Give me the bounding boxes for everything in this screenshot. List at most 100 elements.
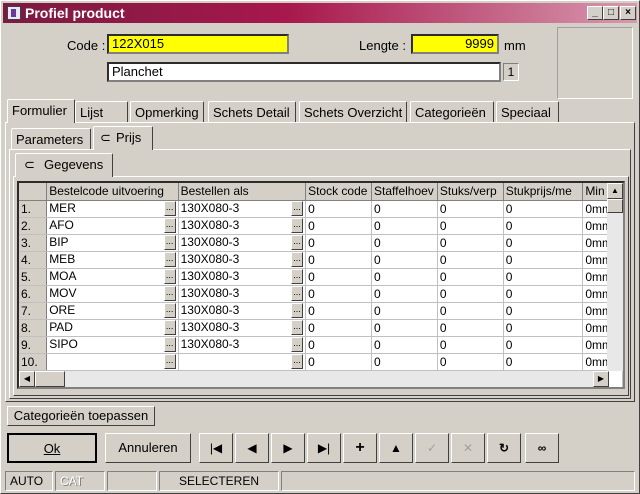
ellipsis-button[interactable]: ... — [163, 354, 176, 369]
tab-parameters[interactable]: Parameters — [11, 128, 91, 150]
maximize-button[interactable]: □ — [603, 6, 619, 20]
tab-prijs[interactable]: ⊂ Prijs — [93, 126, 153, 150]
table-row[interactable]: 10....... 0 0 0 0 0mm — [19, 353, 623, 371]
horizontal-scrollbar[interactable]: ◀ ▶ — [19, 371, 609, 387]
stuks-cell[interactable]: 0 — [437, 217, 504, 235]
price-cell[interactable]: 0 — [503, 353, 584, 371]
minimize-button[interactable]: _ — [587, 6, 603, 20]
apply-categories-button[interactable]: Categorieën toepassen — [7, 406, 155, 426]
delete-icon[interactable]: ✕ — [451, 433, 485, 463]
tab-formulier[interactable]: Formulier — [7, 99, 75, 123]
up-icon[interactable]: ▲ — [379, 433, 413, 463]
stuks-cell[interactable]: 0 — [437, 200, 504, 218]
code-cell[interactable]: MOA... — [46, 268, 179, 286]
price-grid[interactable]: Bestelcode uitvoering Bestellen als Stoc… — [17, 181, 625, 389]
code-cell[interactable]: ORE... — [46, 302, 179, 320]
length-field[interactable]: 9999 — [411, 34, 499, 54]
order-as-cell[interactable]: 130X080-3... — [178, 200, 307, 218]
stuks-cell[interactable]: 0 — [437, 251, 504, 269]
code-cell[interactable]: ... — [46, 353, 179, 371]
table-row[interactable]: 8. PAD... 130X080-3... 0 0 0 0 0mm — [19, 319, 623, 337]
col-header[interactable]: Bestelcode uitvoering — [46, 183, 179, 201]
add-icon[interactable]: + — [343, 433, 377, 463]
price-cell[interactable]: 0 — [503, 268, 584, 286]
ellipsis-button[interactable]: ... — [291, 269, 304, 284]
stock-cell[interactable]: 0 — [305, 200, 372, 218]
title-bar[interactable]: Profiel product _ □ × — [3, 3, 637, 23]
tab-schets-detail[interactable]: Schets Detail — [208, 101, 296, 123]
order-as-cell[interactable]: 130X080-3... — [178, 302, 307, 320]
price-cell[interactable]: 0 — [503, 217, 584, 235]
tab-lijst[interactable]: Lijst — [75, 101, 128, 123]
ellipsis-button[interactable]: ... — [163, 235, 176, 250]
close-button[interactable]: × — [620, 6, 636, 20]
vertical-thumb[interactable] — [607, 199, 623, 213]
last-icon[interactable]: ▶| — [307, 433, 341, 463]
ellipsis-button[interactable]: ... — [291, 354, 304, 369]
table-row[interactable]: 9. SIPO... 130X080-3... 0 0 0 0 0mm — [19, 336, 623, 354]
prev-icon[interactable]: ◀ — [235, 433, 269, 463]
price-cell[interactable]: 0 — [503, 200, 584, 218]
scroll-right-icon[interactable]: ▶ — [593, 371, 609, 387]
order-as-cell[interactable]: 130X080-3... — [178, 234, 307, 252]
price-cell[interactable]: 0 — [503, 302, 584, 320]
tab-categorieen[interactable]: Categorieën — [410, 101, 494, 123]
table-row[interactable]: 7. ORE... 130X080-3... 0 0 0 0 0mm — [19, 302, 623, 320]
ok-button[interactable]: Ok — [7, 433, 97, 463]
col-header[interactable]: Bestellen als — [178, 183, 307, 201]
table-row[interactable]: 6. MOV... 130X080-3... 0 0 0 0 0mm — [19, 285, 623, 303]
staffel-cell[interactable]: 0 — [371, 268, 438, 286]
code-cell[interactable]: MER... — [46, 200, 179, 218]
ellipsis-button[interactable]: ... — [291, 303, 304, 318]
staffel-cell[interactable]: 0 — [371, 353, 438, 371]
col-header[interactable]: Staffelhoev — [371, 183, 438, 201]
code-cell[interactable]: MOV... — [46, 285, 179, 303]
tab-opmerking[interactable]: Opmerking — [130, 101, 204, 123]
ellipsis-button[interactable]: ... — [163, 201, 176, 216]
order-as-cell[interactable]: 130X080-3... — [178, 336, 307, 354]
order-as-cell[interactable]: 130X080-3... — [178, 268, 307, 286]
staffel-cell[interactable]: 0 — [371, 217, 438, 235]
scroll-left-icon[interactable]: ◀ — [19, 371, 35, 387]
price-cell[interactable]: 0 — [503, 285, 584, 303]
order-as-cell[interactable]: 130X080-3... — [178, 217, 307, 235]
stock-cell[interactable]: 0 — [305, 302, 372, 320]
staffel-cell[interactable]: 0 — [371, 285, 438, 303]
table-row[interactable]: 3. BIP... 130X080-3... 0 0 0 0 0mm — [19, 234, 623, 252]
stock-cell[interactable]: 0 — [305, 234, 372, 252]
ellipsis-button[interactable]: ... — [291, 252, 304, 267]
price-cell[interactable]: 0 — [503, 234, 584, 252]
table-row[interactable]: 2. AFO... 130X080-3... 0 0 0 0 0mm — [19, 217, 623, 235]
table-row[interactable]: 4. MEB... 130X080-3... 0 0 0 0 0mm — [19, 251, 623, 269]
stock-cell[interactable]: 0 — [305, 319, 372, 337]
ellipsis-button[interactable]: ... — [291, 218, 304, 233]
ellipsis-button[interactable]: ... — [163, 252, 176, 267]
ellipsis-button[interactable]: ... — [163, 303, 176, 318]
ellipsis-button[interactable]: ... — [163, 269, 176, 284]
col-header[interactable]: Stukprijs/me — [503, 183, 584, 201]
code-field[interactable]: 122X015 — [107, 34, 289, 54]
price-cell[interactable]: 0 — [503, 336, 584, 354]
ellipsis-button[interactable]: ... — [163, 286, 176, 301]
order-as-cell[interactable]: ... — [178, 353, 307, 371]
code-cell[interactable]: AFO... — [46, 217, 179, 235]
stock-cell[interactable]: 0 — [305, 217, 372, 235]
col-header[interactable]: Stock code — [305, 183, 372, 201]
next-icon[interactable]: ▶ — [271, 433, 305, 463]
stock-cell[interactable]: 0 — [305, 251, 372, 269]
stuks-cell[interactable]: 0 — [437, 285, 504, 303]
cancel-button[interactable]: Annuleren — [105, 433, 191, 463]
code-cell[interactable]: BIP... — [46, 234, 179, 252]
stock-cell[interactable]: 0 — [305, 285, 372, 303]
horizontal-thumb[interactable] — [35, 371, 65, 387]
ellipsis-button[interactable]: ... — [163, 218, 176, 233]
scroll-up-icon[interactable]: ▲ — [607, 183, 623, 199]
ellipsis-button[interactable]: ... — [291, 337, 304, 352]
stuks-cell[interactable]: 0 — [437, 234, 504, 252]
stock-cell[interactable]: 0 — [305, 268, 372, 286]
stock-cell[interactable]: 0 — [305, 336, 372, 354]
price-cell[interactable]: 0 — [503, 319, 584, 337]
staffel-cell[interactable]: 0 — [371, 200, 438, 218]
table-row[interactable]: 5. MOA... 130X080-3... 0 0 0 0 0mm — [19, 268, 623, 286]
order-as-cell[interactable]: 130X080-3... — [178, 285, 307, 303]
